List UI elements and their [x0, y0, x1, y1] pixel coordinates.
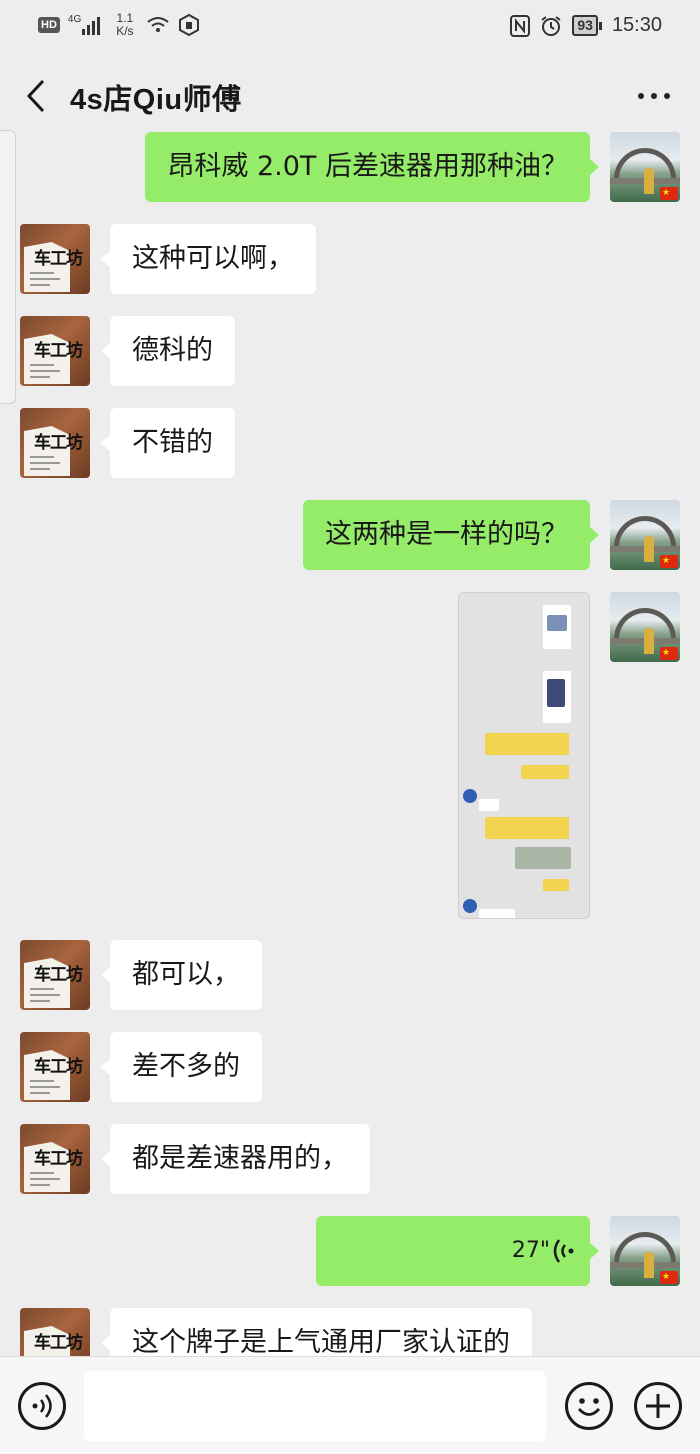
hotspot-icon — [178, 14, 199, 36]
chat-header: 4s店Qiu师傅 — [0, 54, 700, 138]
emoji-button[interactable] — [565, 1382, 613, 1430]
input-bar — [0, 1356, 700, 1454]
voice-input-button[interactable] — [18, 1382, 66, 1430]
network-speed: 1.1 K/s — [116, 11, 134, 38]
message-bubble[interactable]: 都是差速器用的， — [101, 1124, 370, 1194]
avatar[interactable]: 车工坊 — [20, 408, 90, 478]
side-handle[interactable] — [0, 130, 16, 404]
chat-title: 4s店Qiu师傅 — [70, 84, 242, 116]
avatar[interactable]: 车工坊 — [20, 1124, 90, 1194]
message-bubble[interactable]: 德科的 — [101, 316, 235, 386]
message-bubble[interactable]: 这两种是一样的吗？ — [303, 500, 599, 570]
nfc-icon — [510, 14, 531, 37]
avatar[interactable]: 车工坊 — [20, 940, 90, 1010]
voice-wave-icon — [553, 1239, 574, 1263]
message-bubble[interactable]: 差不多的 — [101, 1032, 262, 1102]
battery-icon: 93 — [572, 15, 602, 36]
back-button[interactable] — [20, 76, 52, 116]
wifi-icon — [147, 17, 169, 32]
message-bubble[interactable]: 不错的 — [101, 408, 235, 478]
avatar[interactable]: 车工坊 — [20, 224, 90, 294]
clock: 15:30 — [611, 14, 662, 36]
voice-message[interactable]: 27" — [316, 1216, 599, 1286]
image-message[interactable] — [458, 592, 590, 919]
back-icon — [26, 79, 45, 113]
avatar[interactable]: 车工坊 — [20, 1032, 90, 1102]
status-bar: HD 4G 1.1 K/s 93 15:30 — [0, 0, 700, 54]
more-button[interactable] — [638, 82, 670, 110]
avatar[interactable]: 车工坊 — [20, 316, 90, 386]
voice-icon — [32, 1394, 52, 1418]
signal-icon: 4G — [68, 13, 104, 37]
voice-duration: 27" — [511, 1238, 550, 1263]
emoji-icon — [577, 1398, 601, 1416]
message-bubble[interactable]: 昂科威 2.0T 后差速器用那种油？ — [145, 132, 599, 202]
more-functions-button[interactable] — [634, 1382, 682, 1430]
message-input[interactable] — [84, 1371, 546, 1441]
message-bubble[interactable]: 这种可以啊， — [101, 224, 316, 294]
hd-icon: HD — [38, 17, 60, 33]
more-icon — [638, 93, 644, 99]
message-bubble[interactable]: 都可以， — [101, 940, 262, 1010]
avatar[interactable]: ★ — [610, 132, 680, 202]
avatar[interactable]: ★ — [610, 500, 680, 570]
avatar[interactable]: ★ — [610, 1216, 680, 1286]
plus-icon — [646, 1394, 670, 1418]
alarm-icon — [541, 15, 561, 36]
avatar[interactable]: ★ — [610, 592, 680, 662]
